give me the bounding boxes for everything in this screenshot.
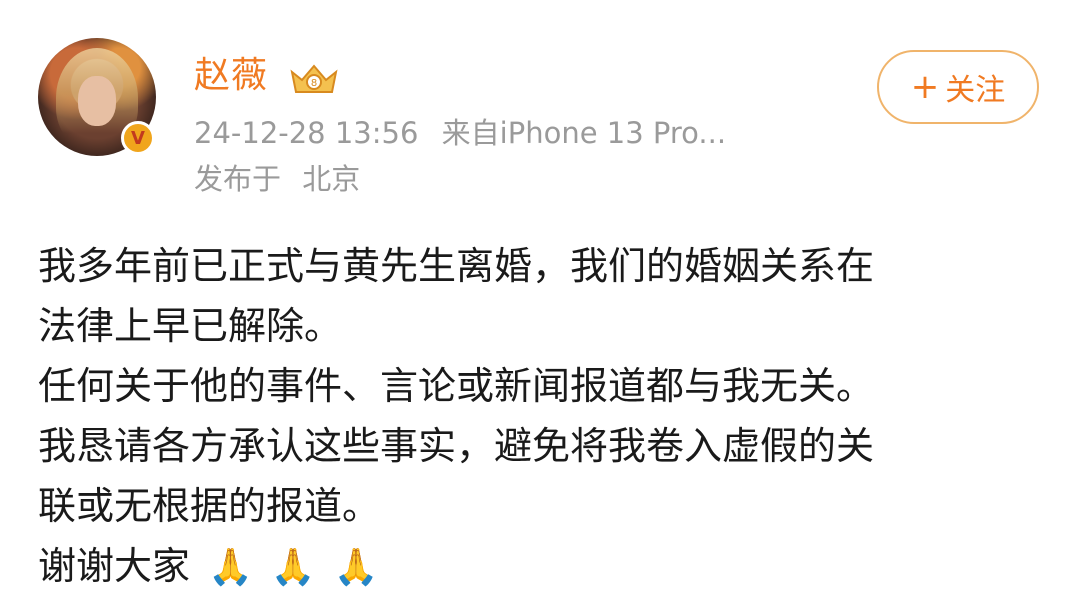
post-location: 发布于 北京 <box>194 159 360 199</box>
post-timestamp: 24-12-28 13:56 <box>194 116 419 150</box>
post-text-line: 联或无根据的报道。 <box>38 484 381 528</box>
praying-hands-icon: 🙏 <box>333 547 379 588</box>
location-prefix: 发布于 <box>194 162 282 196</box>
post-text-line: 任何关于他的事件、言论或新闻报道都与我无关。 <box>38 364 875 408</box>
svg-text:8: 8 <box>311 78 317 89</box>
post-text-line-closing: 谢谢大家 🙏 🙏 🙏 <box>38 536 1048 598</box>
post-text-line: 我多年前已正式与黄先生离婚，我们的婚姻关系在 <box>38 244 875 288</box>
avatar-face <box>78 76 116 126</box>
praying-hands-icon: 🙏 <box>208 547 253 588</box>
author-name[interactable]: 赵薇 <box>194 52 268 100</box>
vip-crown-icon[interactable]: 8 <box>288 58 340 98</box>
post-text-line: 法律上早已解除。 <box>38 304 343 348</box>
follow-button[interactable]: + 关注 <box>877 50 1039 124</box>
thanks-text: 谢谢大家 <box>38 544 191 588</box>
post-source[interactable]: 来自iPhone 13 Pro... <box>442 116 726 150</box>
verified-v-badge-icon: V <box>121 121 155 155</box>
post-meta: 24-12-28 13:56 来自iPhone 13 Pro... <box>194 113 726 153</box>
praying-hands-icon: 🙏 <box>270 547 316 588</box>
post-text-line: 我恳请各方承认这些事实，避免将我卷入虚假的关 <box>38 424 875 468</box>
follow-label: 关注 <box>945 73 1006 108</box>
plus-icon: + <box>910 67 940 107</box>
post-body: 我多年前已正式与黄先生离婚，我们的婚姻关系在 法律上早已解除。 任何关于他的事件… <box>38 236 1048 598</box>
location-city: 北京 <box>302 162 361 196</box>
